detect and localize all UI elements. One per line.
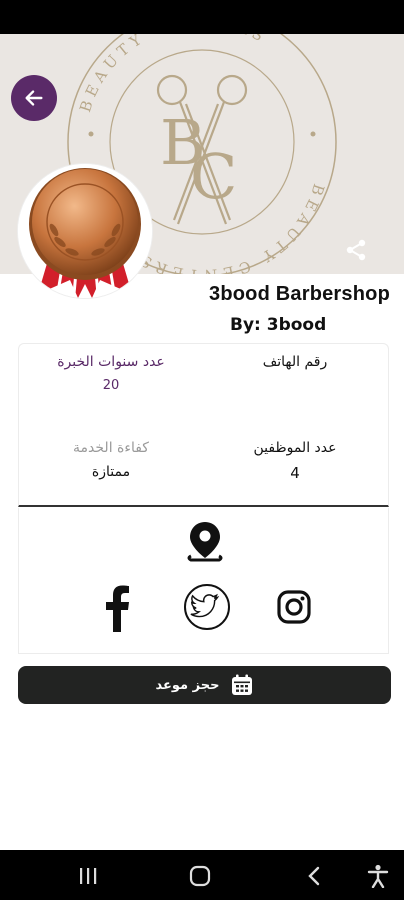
instagram-button[interactable] — [275, 588, 313, 626]
phone-info: رقم الهاتف — [215, 354, 375, 378]
location-button[interactable] — [184, 520, 226, 564]
recent-apps-icon — [80, 868, 97, 884]
shop-name: 3bood Barbershop — [209, 283, 390, 305]
facebook-icon — [106, 585, 129, 632]
employees-value: 4 — [290, 464, 300, 482]
share-icon — [346, 239, 366, 261]
system-nav-bar — [0, 850, 404, 900]
shop-owner: By: 3bood — [230, 315, 327, 335]
shop-avatar — [18, 164, 152, 298]
status-bar — [0, 0, 404, 34]
home-icon — [189, 865, 211, 887]
bronze-medal-icon — [18, 164, 152, 298]
experience-value: 20 — [102, 378, 120, 393]
efficiency-value: ممتازة — [91, 464, 131, 480]
arrow-left-icon — [25, 90, 43, 106]
efficiency-info: كفاءة الخدمة ممتازة — [31, 440, 191, 480]
twitter-button[interactable] — [183, 583, 231, 631]
calendar-icon — [232, 674, 253, 695]
instagram-icon — [277, 590, 311, 624]
employees-label: عدد الموظفين — [253, 440, 337, 456]
brand-text-top: BEAUTY CENTERS — [76, 34, 271, 114]
monogram-c: C — [190, 140, 237, 213]
back-button[interactable] — [11, 75, 57, 121]
experience-info: عدد سنوات الخبرة 20 — [31, 354, 191, 393]
recent-apps-button[interactable] — [74, 862, 102, 890]
twitter-icon — [184, 584, 230, 630]
social-card — [18, 508, 389, 654]
info-card: رقم الهاتف عدد سنوات الخبرة 20 عدد الموظ… — [18, 343, 389, 507]
experience-label: عدد سنوات الخبرة — [57, 354, 165, 370]
map-pin-icon — [187, 522, 223, 562]
chevron-left-icon — [308, 866, 320, 886]
accessibility-icon — [367, 864, 389, 888]
home-button[interactable] — [186, 862, 214, 890]
book-appointment-label: حجز موعد — [155, 677, 220, 693]
phone-label: رقم الهاتف — [262, 354, 328, 370]
employees-info: عدد الموظفين 4 — [215, 440, 375, 482]
accessibility-button[interactable] — [364, 862, 392, 890]
facebook-button[interactable] — [97, 582, 137, 634]
share-button[interactable] — [342, 236, 370, 264]
system-back-button[interactable] — [300, 862, 328, 890]
efficiency-label: كفاءة الخدمة — [73, 440, 149, 456]
book-appointment-button[interactable]: حجز موعد — [18, 666, 391, 704]
